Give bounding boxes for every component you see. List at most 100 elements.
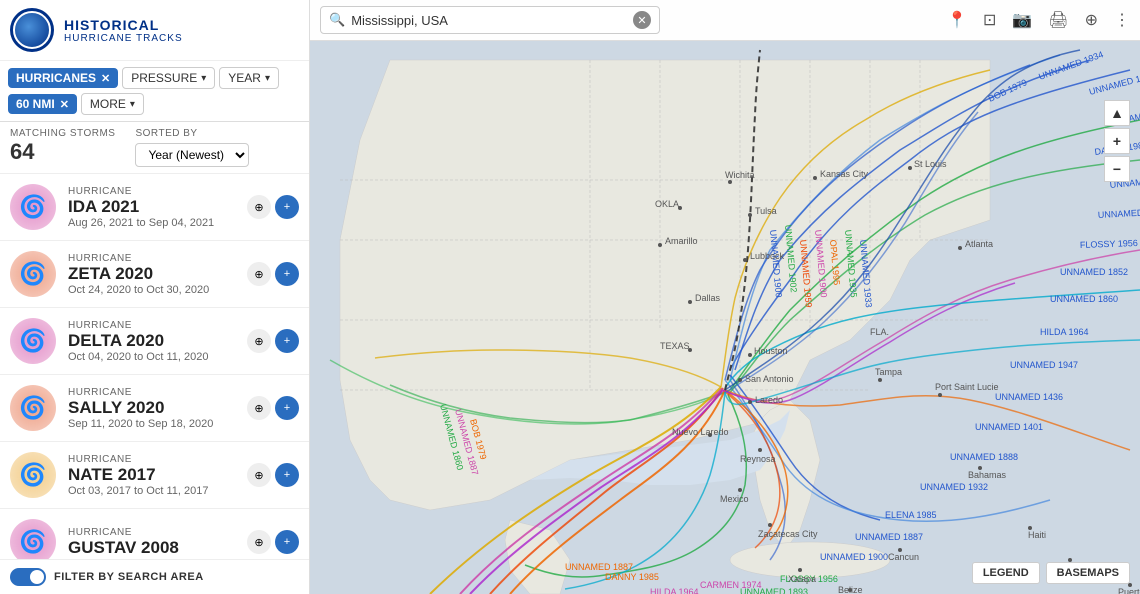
storm-actions-gustav-2008: ⊕ + [247,530,299,554]
svg-text:Mexico: Mexico [720,494,749,504]
filter-chip-60nmi[interactable]: 60 NMI ✕ [8,94,77,114]
crop-icon[interactable]: ⊡ [983,10,996,30]
storm-card-gustav-2008[interactable]: 🌀 HURRICANE GUSTAV 2008 ⊕ + [0,509,309,559]
scroll-up-button[interactable]: ▲ [1104,100,1130,126]
storm-type-gustav-2008: HURRICANE [68,527,247,538]
svg-text:Dallas: Dallas [695,293,721,303]
matching-storms-label: MATCHING STORMS [10,128,115,139]
svg-text:ELENA 1985: ELENA 1985 [885,510,937,520]
sort-select[interactable]: Year (Newest) Year (Oldest) Name A-Z [135,143,249,167]
storm-card-zeta-2020[interactable]: 🌀 HURRICANE ZETA 2020 Oct 24, 2020 to Oc… [0,241,309,308]
zoom-out-button[interactable]: − [1104,156,1130,182]
locate-storm-button-nate-2017[interactable]: ⊕ [247,463,271,487]
storm-card-sally-2020[interactable]: 🌀 HURRICANE SALLY 2020 Sep 11, 2020 to S… [0,375,309,442]
svg-text:UNNAMED 1888: UNNAMED 1888 [950,452,1018,462]
storm-actions-ida-2021: ⊕ + [247,195,299,219]
info-storm-button-sally-2020[interactable]: + [275,396,299,420]
share-icon[interactable]: ⋮ [1114,10,1130,30]
info-storm-button-nate-2017[interactable]: + [275,463,299,487]
left-panel: HISTORICAL HURRICANE TRACKS HURRICANES ✕… [0,0,310,594]
filter-chip-label-more: MORE [90,97,126,111]
print-icon[interactable]: 🖨 [1048,10,1068,30]
filter-toggle-bar: FILTER BY SEARCH AREA [0,559,309,594]
filter-chip-close-hurricanes[interactable]: ✕ [101,72,110,85]
svg-text:Tampa: Tampa [875,367,902,377]
toggle-knob [30,570,44,584]
svg-text:UNNAMED 1401: UNNAMED 1401 [975,422,1043,432]
storm-info-nate-2017: HURRICANE NATE 2017 Oct 03, 2017 to Oct … [68,454,247,497]
filter-chip-label-pressure: PRESSURE [131,71,197,85]
storm-info-zeta-2020: HURRICANE ZETA 2020 Oct 24, 2020 to Oct … [68,253,247,296]
legend-button[interactable]: LEGEND [972,562,1040,584]
svg-text:Tulsa: Tulsa [755,206,777,216]
info-storm-button-delta-2020[interactable]: + [275,329,299,353]
storm-info-delta-2020: HURRICANE DELTA 2020 Oct 04, 2020 to Oct… [68,320,247,363]
chevron-down-icon-year: ▾ [265,73,270,84]
noaa-logo-inner [13,11,51,49]
hurricane-spiral-icon: 🌀 [19,529,46,555]
storm-name-sally-2020: SALLY 2020 [68,398,247,418]
location-pin-icon[interactable]: 📍 [947,10,967,30]
svg-text:CARMEN 1974: CARMEN 1974 [700,580,762,590]
stats-row: MATCHING STORMS 64 SORTED BY Year (Newes… [0,122,309,174]
storm-icon-nate-2017: 🌀 [10,452,56,498]
storm-actions-delta-2020: ⊕ + [247,329,299,353]
filter-chip-more[interactable]: MORE ▾ [81,93,144,115]
svg-text:Nuevo Laredo: Nuevo Laredo [672,427,729,437]
svg-text:San Antonio: San Antonio [745,374,794,384]
map-search-box[interactable]: 🔍 Mississippi, USA ✕ [320,6,660,34]
storm-info-sally-2020: HURRICANE SALLY 2020 Sep 11, 2020 to Sep… [68,387,247,430]
basemaps-button[interactable]: BASEMAPS [1046,562,1130,584]
storm-card-ida-2021[interactable]: 🌀 HURRICANE IDA 2021 Aug 26, 2021 to Sep… [0,174,309,241]
svg-text:UNNAMED 1947: UNNAMED 1947 [1010,360,1078,370]
gps-icon[interactable]: ⊕ [1085,10,1098,30]
filter-chip-year[interactable]: YEAR ▾ [219,67,279,89]
svg-text:HILDA 1964: HILDA 1964 [1040,327,1089,337]
locate-storm-button-gustav-2008[interactable]: ⊕ [247,530,271,554]
filter-chip-pressure[interactable]: PRESSURE ▾ [122,67,215,89]
filter-chip-label-60nmi: 60 NMI [16,97,55,111]
storm-dates-delta-2020: Oct 04, 2020 to Oct 11, 2020 [68,351,247,363]
storm-type-delta-2020: HURRICANE [68,320,247,331]
filter-chip-hurricanes[interactable]: HURRICANES ✕ [8,68,118,88]
svg-text:Kansas City: Kansas City [820,169,869,179]
map-svg: BOB 1979 UNNAMED 1934 UNNAMED 1888 UNNAM… [310,40,1140,594]
map-search-clear-button[interactable]: ✕ [633,11,651,29]
info-storm-button-zeta-2020[interactable]: + [275,262,299,286]
locate-storm-button-sally-2020[interactable]: ⊕ [247,396,271,420]
svg-text:OKLA.: OKLA. [655,199,682,209]
svg-text:FLA.: FLA. [870,327,889,337]
chevron-down-icon-pressure: ▾ [201,73,206,84]
storm-icon-gustav-2008: 🌀 [10,519,56,559]
svg-text:HILDA 1964: HILDA 1964 [650,587,699,594]
svg-text:UNNAMED 1852: UNNAMED 1852 [1060,267,1128,277]
locate-storm-button-delta-2020[interactable]: ⊕ [247,329,271,353]
map-background[interactable]: BOB 1979 UNNAMED 1934 UNNAMED 1888 UNNAM… [310,40,1140,594]
filter-chip-close-60nmi[interactable]: ✕ [60,98,69,111]
matching-storms-count: 64 [10,139,115,165]
svg-text:UNNAMED 1860: UNNAMED 1860 [1050,294,1118,304]
storms-list: 🌀 HURRICANE IDA 2021 Aug 26, 2021 to Sep… [0,174,309,559]
filter-toggle-switch[interactable] [10,568,46,586]
title-main: HISTORICAL [64,17,183,33]
storm-card-delta-2020[interactable]: 🌀 HURRICANE DELTA 2020 Oct 04, 2020 to O… [0,308,309,375]
svg-text:Zacatecas City: Zacatecas City [758,529,818,539]
svg-text:Cancun: Cancun [888,552,919,562]
info-storm-button-ida-2021[interactable]: + [275,195,299,219]
storm-info-gustav-2008: HURRICANE GUSTAV 2008 [68,527,247,558]
search-icon: 🔍 [329,12,345,28]
map-search-value: Mississippi, USA [351,13,623,28]
chevron-down-icon-more: ▾ [130,99,135,110]
locate-storm-button-ida-2021[interactable]: ⊕ [247,195,271,219]
info-storm-button-gustav-2008[interactable]: + [275,530,299,554]
camera-icon[interactable]: 📷 [1012,10,1032,30]
storm-card-nate-2017[interactable]: 🌀 HURRICANE NATE 2017 Oct 03, 2017 to Oc… [0,442,309,509]
svg-text:Amarillo: Amarillo [665,236,698,246]
svg-text:Wichita: Wichita [725,170,755,180]
svg-text:TEXAS: TEXAS [660,341,690,351]
svg-text:DANNY 1985: DANNY 1985 [605,572,659,582]
svg-text:Bahamas: Bahamas [968,470,1007,480]
locate-storm-button-zeta-2020[interactable]: ⊕ [247,262,271,286]
zoom-in-button[interactable]: + [1104,128,1130,154]
svg-text:Reynosa: Reynosa [740,454,776,464]
